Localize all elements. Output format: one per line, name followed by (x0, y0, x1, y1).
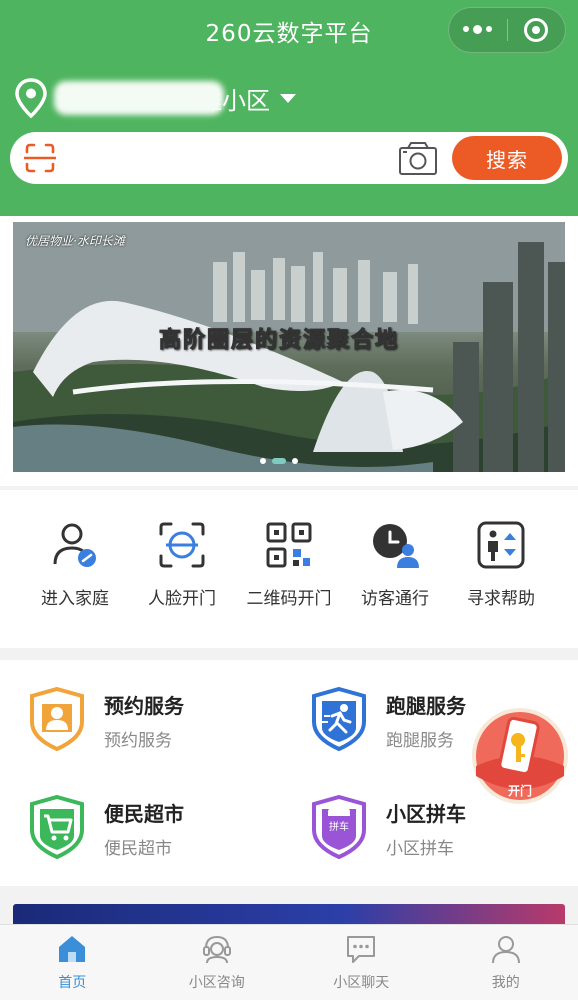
home-icon (59, 936, 86, 962)
quick-actions: 进入家庭 人脸开门 二维码开门 访客通行 寻求帮助 (0, 490, 578, 648)
quick-action-label: 访客通行 (361, 589, 429, 609)
tab-label: 小区聊天 (333, 975, 390, 991)
quick-action-enter-home[interactable]: 进入家庭 (17, 520, 133, 609)
tab-label: 我的 (491, 975, 520, 991)
help-icon (477, 521, 525, 569)
enter-home-icon (53, 523, 96, 567)
service-title: 便民超市 (104, 802, 184, 826)
camera-icon[interactable] (398, 140, 438, 176)
floating-open-door-button[interactable]: 开门 (470, 706, 570, 806)
service-carpool[interactable]: 拼车 小区拼车 小区拼车 (310, 794, 570, 874)
carpool-badge-text: 拼车 (329, 820, 349, 833)
carousel-dot (292, 458, 298, 464)
tab-profile[interactable]: 我的 (434, 925, 578, 1000)
supermarket-icon (30, 794, 84, 860)
service-appointment[interactable]: 预约服务 预约服务 (28, 686, 288, 766)
banner-section: 优居物业·水印长滩 高阶圈层的资源聚合地 (0, 216, 578, 486)
quick-action-label: 二维码开门 (246, 589, 332, 609)
tab-label: 首页 (58, 975, 87, 991)
location-selector[interactable]: 滩小区 (14, 78, 296, 118)
carousel-indicator (260, 458, 298, 464)
tab-label: 小区咨询 (188, 975, 245, 991)
redacted-location-prefix (54, 81, 224, 115)
profile-icon (491, 936, 520, 964)
service-title: 小区拼车 (386, 802, 466, 826)
service-subtitle: 预约服务 (104, 731, 172, 751)
errand-icon (312, 686, 366, 752)
search-bar: 搜索 (10, 132, 568, 184)
banner-watermark: 优居物业·水印长滩 (25, 234, 125, 248)
close-miniprogram-icon[interactable] (507, 18, 565, 42)
scan-icon[interactable] (24, 142, 56, 174)
qrcode-icon (266, 522, 312, 568)
quick-action-qrcode[interactable]: 二维码开门 (231, 520, 347, 609)
quick-action-label: 人脸开门 (148, 589, 216, 609)
quick-action-help[interactable]: 寻求帮助 (443, 520, 559, 609)
tab-chat[interactable]: 小区聊天 (289, 925, 434, 1000)
miniprogram-capsule (448, 7, 566, 53)
consult-icon (202, 935, 231, 964)
service-subtitle: 跑腿服务 (386, 731, 454, 751)
chat-icon (347, 936, 376, 963)
appointment-icon (30, 686, 84, 752)
floating-button-label: 开门 (508, 783, 532, 798)
quick-action-visitor[interactable]: 访客通行 (337, 520, 453, 609)
quick-action-face-unlock[interactable]: 人脸开门 (124, 520, 240, 609)
banner-carousel[interactable]: 优居物业·水印长滩 高阶圈层的资源聚合地 (13, 222, 565, 472)
location-pin-icon (15, 78, 47, 118)
service-subtitle: 便民超市 (104, 839, 172, 859)
quick-action-label: 寻求帮助 (467, 589, 535, 609)
search-button[interactable]: 搜索 (452, 136, 562, 180)
service-subtitle: 小区拼车 (386, 839, 454, 859)
service-title: 预约服务 (104, 694, 184, 718)
quick-action-label: 进入家庭 (41, 589, 109, 609)
bottom-tab-bar: 首页 小区咨询 小区聊天 我的 (0, 924, 578, 1000)
more-menu-icon[interactable] (449, 25, 507, 34)
tab-home[interactable]: 首页 (0, 925, 145, 1000)
tab-consult[interactable]: 小区咨询 (145, 925, 290, 1000)
banner-slogan: 高阶圈层的资源聚合地 (158, 328, 400, 354)
visitor-icon (373, 524, 419, 568)
header-bar: 260云数字平台 滩小区 搜索 (0, 0, 578, 216)
service-title: 跑腿服务 (386, 694, 466, 718)
service-supermarket[interactable]: 便民超市 便民超市 (28, 794, 288, 874)
chevron-down-icon (280, 93, 296, 103)
carpool-icon: 拼车 (312, 794, 366, 860)
carousel-dot (260, 458, 266, 464)
search-input[interactable] (72, 140, 392, 176)
face-unlock-icon (159, 522, 205, 568)
carousel-dot-active (272, 458, 286, 464)
